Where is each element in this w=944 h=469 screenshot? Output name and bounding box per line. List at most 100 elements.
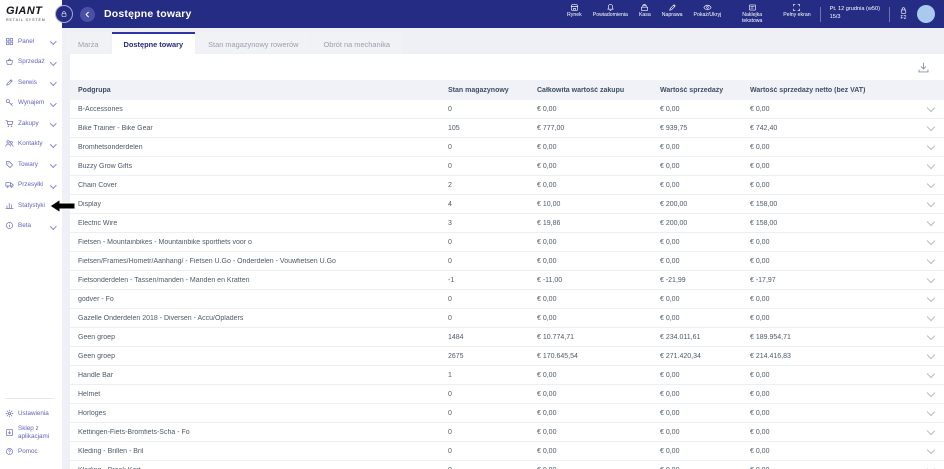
sidebar-item-serwis[interactable]: Serwis <box>0 72 62 93</box>
table-row: Kettingen-Fiets-Bromfiets-Scha - Fo0€ 0,… <box>70 423 944 442</box>
row-expand-button[interactable] <box>928 430 944 434</box>
stock-cell: 4 <box>448 201 537 208</box>
row-expand-button[interactable] <box>928 411 944 415</box>
row-expand-button[interactable] <box>928 183 944 187</box>
net-sales-value-cell: € 189.954,71 <box>750 334 916 341</box>
row-expand-button[interactable] <box>928 240 944 244</box>
chevron-down-icon <box>927 123 935 131</box>
topbar-action-naprawa[interactable]: Naprawa <box>662 3 683 19</box>
sidebar-item-towary[interactable]: Towary <box>0 154 62 175</box>
purchase-value-cell: € 0,00 <box>537 372 660 379</box>
stock-cell: 0 <box>448 410 537 417</box>
purchase-value-cell: € 0,00 <box>537 106 660 113</box>
sidebar-item-label: Zakupy <box>18 120 39 127</box>
row-expand-button[interactable] <box>928 145 944 149</box>
tab-obr-t-na-mechanika[interactable]: Obrót na mechanika <box>311 32 402 54</box>
row-expand-button[interactable] <box>928 126 944 130</box>
topbar-action-label: Naprawa <box>662 13 683 19</box>
topbar-action-powiadomienia[interactable]: Powiadomienia <box>593 3 628 19</box>
sidebar-item-statystyki[interactable]: Statystyki <box>0 195 62 216</box>
chevron-down-icon <box>927 446 935 454</box>
table-row: Horloges0€ 0,00€ 0,00€ 0,00 <box>70 404 944 423</box>
net-sales-value-cell: € 0,00 <box>750 144 916 151</box>
sidebar-item-zakupy[interactable]: Zakupy <box>0 113 62 134</box>
sidebar-item-pomoc[interactable]: Pomoc <box>0 442 62 461</box>
subgroup-cell: Chain Cover <box>78 182 448 189</box>
row-expand-button[interactable] <box>928 335 944 339</box>
purchase-value-cell: € 777,00 <box>537 125 660 132</box>
tab-stan-magazynowy-rower-w[interactable]: Stan magazynowy rowerów <box>196 32 310 54</box>
download-button[interactable] <box>917 61 930 74</box>
sidebar-item-sprzeda[interactable]: Sprzedaż <box>0 52 62 73</box>
sales-value-cell: € 0,00 <box>660 429 750 436</box>
row-expand-button[interactable] <box>928 449 944 453</box>
sidebar-item-ustawienia[interactable]: Ustawienia <box>0 404 62 423</box>
sales-value-cell: € 0,00 <box>660 315 750 322</box>
net-sales-value-cell: € 0,00 <box>750 182 916 189</box>
topbar-action-naklejka-tekstowa[interactable]: Naklejka tekstowa <box>732 3 772 25</box>
column-header-warto-sprzeda-y: Wartość sprzedaży <box>660 87 750 94</box>
row-expand-button[interactable] <box>928 392 944 396</box>
table-row: Display4€ 10,00€ 200,00€ 158,00 <box>70 195 944 214</box>
chevron-down-icon <box>50 100 56 106</box>
sidebar-item-label: Przesyłki <box>18 181 43 188</box>
row-expand-button[interactable] <box>928 373 944 377</box>
sidebar-item-wynajem[interactable]: Wynajem <box>0 93 62 114</box>
table-row: Kleding - Broek Kort0€ 0,00€ 0,00€ 0,00 <box>70 461 944 469</box>
sidebar-item-beta[interactable]: Beta <box>0 216 62 237</box>
hotkey-label: F2 <box>900 16 906 22</box>
lock-badge <box>55 5 73 23</box>
row-expand-button[interactable] <box>928 107 944 111</box>
sidebar-item-przesy-ki[interactable]: Przesyłki <box>0 175 62 196</box>
basket-icon <box>5 57 14 66</box>
people-icon <box>5 139 14 148</box>
wrench-icon <box>5 78 14 87</box>
sidebar-item-label: Ustawienia <box>18 410 49 417</box>
row-expand-button[interactable] <box>928 221 944 225</box>
row-expand-button[interactable] <box>928 297 944 301</box>
net-sales-value-cell: € 0,00 <box>750 448 916 455</box>
sidebar-item-kontakty[interactable]: Kontakty <box>0 134 62 155</box>
topbar-action-label: Powiadomienia <box>593 13 628 19</box>
datetime: Pt. 12 grudnia (w50) 15/3 <box>830 6 880 21</box>
tab-dost-pne-towary[interactable]: Dostępne towary <box>112 32 196 54</box>
net-sales-value-cell: € 0,00 <box>750 258 916 265</box>
subgroup-cell: Bromfietsonderdelen <box>78 144 448 151</box>
table-row: Chain Cover2€ 0,00€ 0,00€ 0,00 <box>70 176 944 195</box>
lock-hotkey-button[interactable]: F2 <box>899 6 908 22</box>
net-sales-value-cell: € 742,40 <box>750 125 916 132</box>
chevron-down-icon <box>50 59 56 65</box>
row-expand-button[interactable] <box>928 278 944 282</box>
subgroup-cell: Geen groep <box>78 353 448 360</box>
topbar-action-kasa[interactable]: Kasa <box>639 3 651 19</box>
sales-value-cell: € 0,00 <box>660 372 750 379</box>
stock-cell: -1 <box>448 277 537 284</box>
row-expand-button[interactable] <box>928 259 944 263</box>
sidebar-item-panel[interactable]: Panel <box>0 31 62 52</box>
brand-logo-subtext: RETAIL SYSTEM <box>6 18 62 22</box>
row-expand-button[interactable] <box>928 316 944 320</box>
chevron-down-icon <box>927 332 935 340</box>
chevron-down-icon <box>927 218 935 226</box>
gear-icon <box>5 409 14 418</box>
column-header-ca-kowita-warto-zakupu: Całkowita wartość zakupu <box>537 87 660 94</box>
row-expand-button[interactable] <box>928 164 944 168</box>
tab-mar-a[interactable]: Marża <box>66 32 111 54</box>
sales-value-cell: € 0,00 <box>660 106 750 113</box>
topbar-action-rynek[interactable]: Rynek <box>567 3 582 19</box>
row-expand-button[interactable] <box>928 202 944 206</box>
row-expand-button[interactable] <box>928 354 944 358</box>
cash-register-icon <box>640 3 649 12</box>
back-button[interactable] <box>80 7 95 22</box>
chevron-down-icon <box>927 142 935 150</box>
sidebar-item-sklep-z-aplikacjami[interactable]: Sklep z aplikacjami <box>0 423 62 442</box>
chevron-down-icon <box>927 465 935 469</box>
sales-value-cell: € 200,00 <box>660 220 750 227</box>
sales-value-cell: € 0,00 <box>660 144 750 151</box>
avatar[interactable] <box>917 5 935 23</box>
purchase-value-cell: € 0,00 <box>537 258 660 265</box>
stock-cell: 0 <box>448 391 537 398</box>
sidebar-item-label: Wynajem <box>18 99 44 106</box>
topbar-action-pe-ny-ekran[interactable]: Pełny ekran <box>783 3 810 19</box>
topbar-action-poka-ukryj[interactable]: Pokaż/Ukryj <box>694 3 722 19</box>
